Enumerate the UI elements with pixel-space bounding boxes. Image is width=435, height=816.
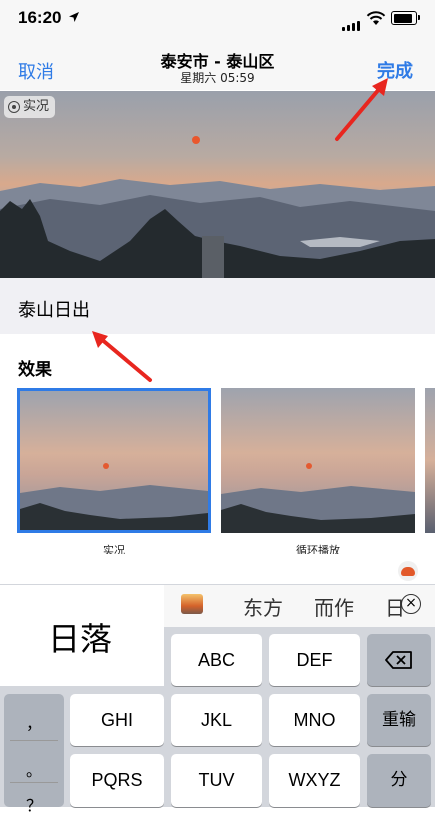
composition-text: 日落	[48, 620, 113, 658]
signal-icon	[342, 12, 362, 31]
reinput-key[interactable]: 重输	[367, 694, 431, 746]
key-wxyz[interactable]: WXYZ	[269, 754, 360, 807]
key-abc[interactable]: ABC	[171, 634, 262, 686]
effect-next-thumbnail[interactable]	[425, 388, 435, 533]
punct-comma[interactable]: ，	[4, 710, 64, 734]
keyboard-toolbar	[0, 554, 435, 584]
key-tuv[interactable]: TUV	[171, 754, 262, 807]
battery-icon	[391, 11, 420, 25]
done-button[interactable]: 完成	[377, 57, 413, 83]
sunset-emoji-candidate[interactable]	[181, 594, 203, 614]
effect-live-image	[20, 391, 208, 530]
key-pqrs[interactable]: PQRS	[70, 754, 164, 807]
location-icon	[69, 12, 79, 22]
delete-key[interactable]	[367, 634, 431, 686]
live-badge[interactable]: 实况	[4, 96, 56, 118]
effects-heading: 效果	[18, 360, 52, 380]
segment-key[interactable]: 分	[367, 754, 431, 807]
nav-subtitle: 星期六 05:59	[180, 71, 255, 85]
live-icon	[8, 101, 20, 113]
live-badge-label: 实况	[23, 99, 50, 114]
candidate-2[interactable]: 而作	[314, 592, 354, 621]
wifi-icon	[366, 11, 386, 25]
punct-period[interactable]: 。	[4, 757, 64, 781]
key-def[interactable]: DEF	[269, 634, 360, 686]
effect-loop-thumbnail[interactable]	[221, 388, 415, 533]
candidate-1[interactable]: 东方	[243, 592, 283, 621]
effect-live-thumbnail[interactable]	[17, 388, 211, 533]
live-photo[interactable]	[0, 91, 435, 278]
close-candidates-icon[interactable]: ×	[401, 594, 421, 614]
punct-question[interactable]: ？	[4, 792, 64, 816]
status-time: 16:20	[18, 8, 62, 27]
backspace-icon	[385, 651, 412, 669]
key-mno[interactable]: MNO	[269, 694, 360, 746]
punct-divider	[10, 740, 58, 741]
effect-loop-image	[221, 388, 415, 533]
key-ghi[interactable]: GHI	[70, 694, 164, 746]
caption-text: 泰山日出	[18, 300, 90, 321]
arrow-to-caption	[92, 331, 152, 382]
keyboard-assistant-icon[interactable]	[398, 561, 418, 581]
punct-divider	[10, 782, 58, 783]
key-jkl[interactable]: JKL	[171, 694, 262, 746]
